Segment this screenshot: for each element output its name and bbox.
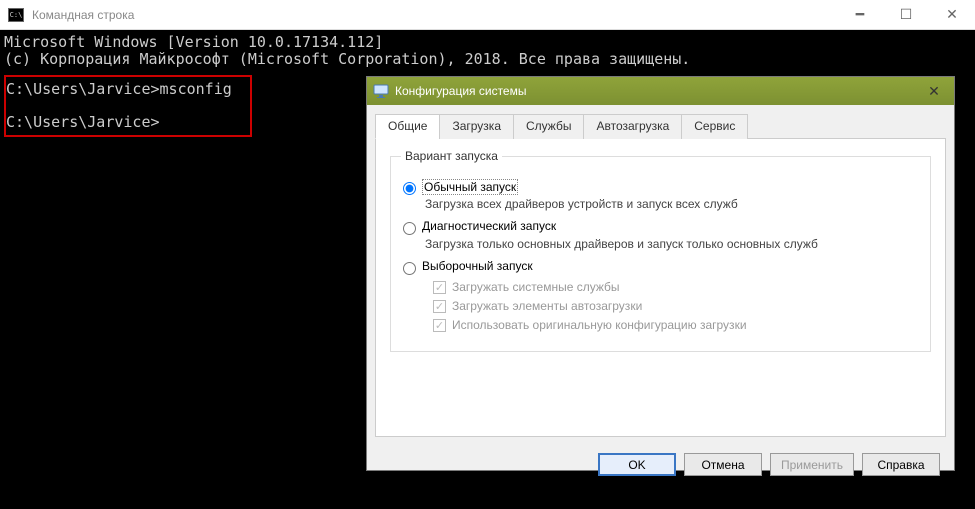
selective-options: ✓ Загружать системные службы ✓ Загружать э… (433, 280, 918, 332)
ok-button[interactable]: OK (598, 453, 676, 476)
tab-bar: Общие Загрузка Службы Автозагрузка Серви… (375, 113, 946, 139)
cmd-prompt: C:\Users\Jarvice> (6, 80, 160, 98)
tab-tools[interactable]: Сервис (681, 114, 748, 139)
tab-services[interactable]: Службы (513, 114, 584, 139)
system-config-dialog: Конфигурация системы ✕ Общие Загрузка Сл… (366, 76, 955, 471)
radio-normal-desc: Загрузка всех драйверов устройств и запу… (425, 197, 918, 211)
help-button[interactable]: Справка (862, 453, 940, 476)
radio-normal-label: Обычный запуск (422, 179, 518, 195)
cmd-copyright-line: (c) Корпорация Майкрософт (Microsoft Cor… (4, 50, 690, 68)
highlight-box: C:\Users\Jarvice>msconfig C:\Users\Jarvi… (4, 75, 252, 137)
chk-startup-items-label: Загружать элементы автозагрузки (452, 299, 642, 313)
cmd-prompt: C:\Users\Jarvice> (6, 113, 160, 131)
radio-diagnostic-startup[interactable] (403, 222, 416, 235)
chk-system-services-label: Загружать системные службы (452, 280, 620, 294)
checkbox-icon: ✓ (433, 300, 446, 313)
monitor-icon (373, 83, 389, 99)
tab-boot[interactable]: Загрузка (439, 114, 514, 139)
checkbox-icon: ✓ (433, 281, 446, 294)
fieldset-legend: Вариант запуска (401, 149, 502, 163)
tab-general[interactable]: Общие (375, 114, 440, 139)
radio-selective-label: Выборочный запуск (422, 259, 533, 273)
tab-pane-general: Вариант запуска Обычный запуск Загрузка … (375, 139, 946, 437)
dialog-close-button[interactable]: ✕ (920, 81, 948, 101)
chk-original-boot-label: Использовать оригинальную конфигурацию з… (452, 318, 747, 332)
cmd-icon: C:\ (8, 8, 24, 22)
cmd-titlebar: C:\ Командная строка ━ ☐ ✕ (0, 0, 975, 30)
dialog-titlebar[interactable]: Конфигурация системы ✕ (367, 77, 954, 105)
tab-startup[interactable]: Автозагрузка (583, 114, 682, 139)
dialog-title: Конфигурация системы (395, 84, 526, 98)
cmd-version-line: Microsoft Windows [Version 10.0.17134.11… (4, 33, 383, 51)
minimize-button[interactable]: ━ (837, 0, 883, 30)
radio-diagnostic-label: Диагностический запуск (422, 219, 556, 233)
startup-options-fieldset: Вариант запуска Обычный запуск Загрузка … (390, 149, 931, 352)
checkbox-icon: ✓ (433, 319, 446, 332)
close-button[interactable]: ✕ (929, 0, 975, 30)
maximize-button[interactable]: ☐ (883, 0, 929, 30)
radio-normal-startup[interactable] (403, 182, 416, 195)
radio-diagnostic-desc: Загрузка только основных драйверов и зап… (425, 237, 918, 251)
radio-selective-startup[interactable] (403, 262, 416, 275)
cmd-title: Командная строка (32, 8, 134, 22)
cancel-button[interactable]: Отмена (684, 453, 762, 476)
apply-button[interactable]: Применить (770, 453, 854, 476)
dialog-button-bar: OK Отмена Применить Справка (367, 445, 954, 486)
cmd-command-text: msconfig (160, 80, 232, 98)
